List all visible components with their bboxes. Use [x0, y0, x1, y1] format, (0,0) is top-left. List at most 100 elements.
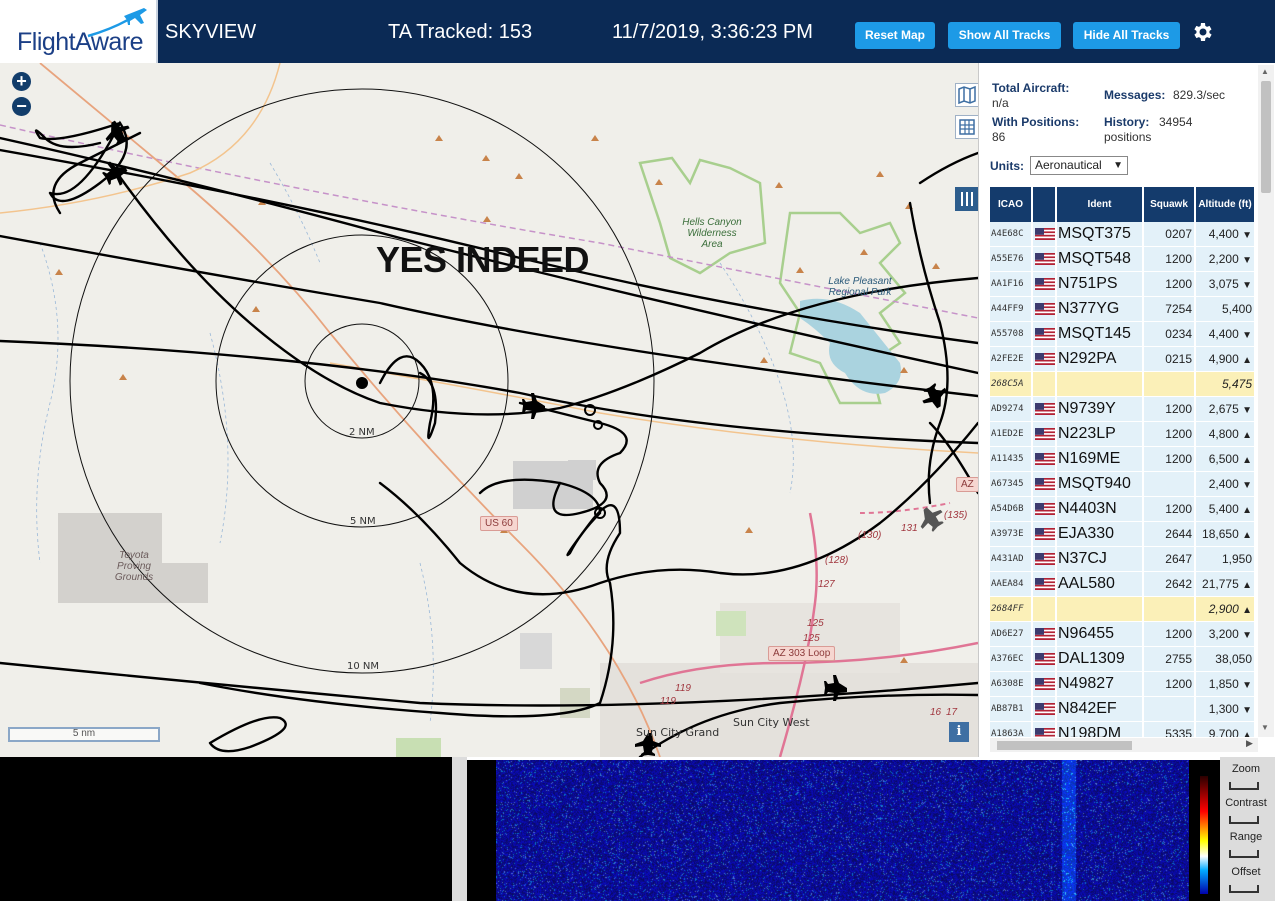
- us-flag-icon: [1035, 428, 1055, 440]
- altitude-cell: 2,400 ▼: [1196, 472, 1256, 497]
- altitude-value: 9,700: [1208, 727, 1239, 737]
- road-number: (135): [944, 510, 968, 521]
- aircraft-row[interactable]: 2684FF 2,900 ▲: [990, 597, 1256, 622]
- aircraft-row[interactable]: A11435 N169ME 1200 6,500 ▲: [990, 447, 1256, 472]
- ident-cell: DAL1309: [1057, 647, 1144, 672]
- squawk-cell: 2647: [1144, 547, 1196, 572]
- road-number: 125: [807, 618, 824, 629]
- flag-cell: [1033, 322, 1057, 347]
- table-vertical-scrollbar[interactable]: ▲ ▼: [1258, 65, 1274, 737]
- column-header-icao[interactable]: ICAO: [990, 187, 1033, 222]
- altitude-cell: 5,400: [1196, 297, 1256, 322]
- aircraft-row[interactable]: A55E76 MSQT548 1200 2,200 ▼: [990, 247, 1256, 272]
- aircraft-row[interactable]: AAEA84 AAL580 2642 21,775 ▲: [990, 572, 1256, 597]
- aircraft-row[interactable]: AA1F16 N751PS 1200 3,075 ▼: [990, 272, 1256, 297]
- altitude-trend-icon: ▼: [1242, 680, 1252, 691]
- altitude-cell: 3,200 ▼: [1196, 622, 1256, 647]
- squawk-cell: 1200: [1144, 247, 1196, 272]
- squawk-cell: 2642: [1144, 572, 1196, 597]
- aircraft-row[interactable]: A431AD N37CJ 2647 1,950: [990, 547, 1256, 572]
- ident-cell: [1057, 372, 1144, 397]
- hide-all-tracks-button[interactable]: Hide All Tracks: [1073, 22, 1180, 49]
- altitude-value: 4,800: [1208, 427, 1239, 441]
- flag-cell: [1033, 447, 1057, 472]
- flightaware-logo[interactable]: FlightAware: [0, 0, 158, 63]
- aircraft-row[interactable]: A54D6B N4403N 1200 5,400 ▲: [990, 497, 1256, 522]
- history-value: 34954 positions: [1104, 115, 1193, 144]
- altitude-cell: 6,500 ▲: [1196, 447, 1256, 472]
- road-number: 125: [803, 633, 820, 644]
- us-flag-icon: [1035, 228, 1055, 240]
- altitude-value: 3,075: [1208, 277, 1239, 291]
- units-select[interactable]: Aeronautical ▼: [1030, 156, 1128, 175]
- aircraft-row[interactable]: AD9274 N9739Y 1200 2,675 ▼: [990, 397, 1256, 422]
- aircraft-row[interactable]: A2FE2E N292PA 0215 4,900 ▲: [990, 347, 1256, 372]
- scroll-thumb[interactable]: [1261, 81, 1271, 193]
- aircraft-row[interactable]: A67345 MSQT940 2,400 ▼: [990, 472, 1256, 497]
- altitude-cell: 2,200 ▼: [1196, 247, 1256, 272]
- aircraft-row[interactable]: A4E68C MSQT375 0207 4,400 ▼: [990, 222, 1256, 247]
- column-header-ident[interactable]: Ident: [1057, 187, 1144, 222]
- flag-cell: [1033, 622, 1057, 647]
- aircraft-row[interactable]: A55708 MSQT145 0234 4,400 ▼: [990, 322, 1256, 347]
- altitude-trend-icon: ▼: [1242, 705, 1252, 716]
- scroll-thumb[interactable]: [997, 741, 1132, 750]
- altitude-trend-icon: ▲: [1242, 580, 1252, 591]
- altitude-cell: 4,900 ▲: [1196, 347, 1256, 372]
- gear-icon[interactable]: [1190, 20, 1214, 44]
- column-header-squawk[interactable]: Squawk: [1144, 187, 1196, 222]
- column-header-flag[interactable]: [1033, 187, 1057, 222]
- aircraft-row[interactable]: A1ED2E N223LP 1200 4,800 ▲: [990, 422, 1256, 447]
- spectrum-waterfall[interactable]: [496, 760, 1189, 901]
- altitude-value: 2,400: [1208, 477, 1239, 491]
- zoom-in-button[interactable]: +: [12, 72, 31, 91]
- altitude-cell: 1,950: [1196, 547, 1256, 572]
- map-canvas[interactable]: 2 NM 5 NM 10 NM Hells Canyon Wilderness …: [0, 63, 978, 757]
- show-all-tracks-button[interactable]: Show All Tracks: [948, 22, 1061, 49]
- zoom-slider[interactable]: [1229, 782, 1259, 790]
- aircraft-row[interactable]: A1863A N198DM 5335 9,700 ▲: [990, 722, 1256, 737]
- range-control-label: Range: [1229, 831, 1263, 843]
- icao-cell: A1863A: [990, 722, 1033, 737]
- contrast-slider[interactable]: [1229, 816, 1259, 824]
- range-grid-icon[interactable]: [955, 115, 978, 139]
- ident-cell: N377YG: [1057, 297, 1144, 322]
- aircraft-table-container[interactable]: ICAO Ident Squawk Altitude (ft) A4E68C MS…: [990, 187, 1258, 737]
- aircraft-row[interactable]: A3973E EJA330 2644 18,650 ▲: [990, 522, 1256, 547]
- reset-map-button[interactable]: Reset Map: [855, 22, 935, 49]
- icao-cell: 2684FF: [990, 597, 1033, 622]
- aircraft-row[interactable]: 268C5A 5,475: [990, 372, 1256, 397]
- ident-cell: N169ME: [1057, 447, 1144, 472]
- offset-slider[interactable]: [1229, 885, 1259, 893]
- scroll-right-icon[interactable]: ▶: [1246, 738, 1253, 749]
- aircraft-row[interactable]: A376EC DAL1309 2755 38,050: [990, 647, 1256, 672]
- zoom-out-button[interactable]: −: [12, 97, 31, 116]
- ident-cell: MSQT375: [1057, 222, 1144, 247]
- scroll-up-icon[interactable]: ▲: [1261, 67, 1269, 76]
- aircraft-row[interactable]: A6308E N49827 1200 1,850 ▼: [990, 672, 1256, 697]
- squawk-cell: 1200: [1144, 272, 1196, 297]
- columns-icon[interactable]: [955, 187, 978, 211]
- road-number: (128): [825, 555, 849, 566]
- chevron-down-icon: ▼: [1113, 160, 1123, 171]
- spectrum-colorbar: [1200, 776, 1208, 894]
- table-horizontal-scrollbar[interactable]: ▶: [990, 738, 1258, 752]
- range-slider[interactable]: [1229, 850, 1259, 858]
- aircraft-row[interactable]: A44FF9 N377YG 7254 5,400: [990, 297, 1256, 322]
- icao-cell: 268C5A: [990, 372, 1033, 397]
- aircraft-row[interactable]: AB87B1 N842EF 1,300 ▼: [990, 697, 1256, 722]
- ident-cell: AAL580: [1057, 572, 1144, 597]
- info-icon[interactable]: i: [949, 722, 969, 742]
- map-layers-icon[interactable]: [955, 83, 978, 107]
- panel-divider[interactable]: [452, 757, 467, 901]
- ident-cell: N198DM: [1057, 722, 1144, 737]
- aircraft-row[interactable]: AD6E27 N96455 1200 3,200 ▼: [990, 622, 1256, 647]
- altitude-value: 1,300: [1208, 702, 1239, 716]
- icao-cell: A376EC: [990, 647, 1033, 672]
- altitude-cell: 1,300 ▼: [1196, 697, 1256, 722]
- us-flag-icon: [1035, 453, 1055, 465]
- ta-tracked-count: TA Tracked: 153: [388, 21, 533, 43]
- column-header-altitude[interactable]: Altitude (ft): [1196, 187, 1256, 222]
- with-positions-label: With Positions:: [992, 115, 1080, 129]
- scroll-down-icon[interactable]: ▼: [1261, 723, 1269, 732]
